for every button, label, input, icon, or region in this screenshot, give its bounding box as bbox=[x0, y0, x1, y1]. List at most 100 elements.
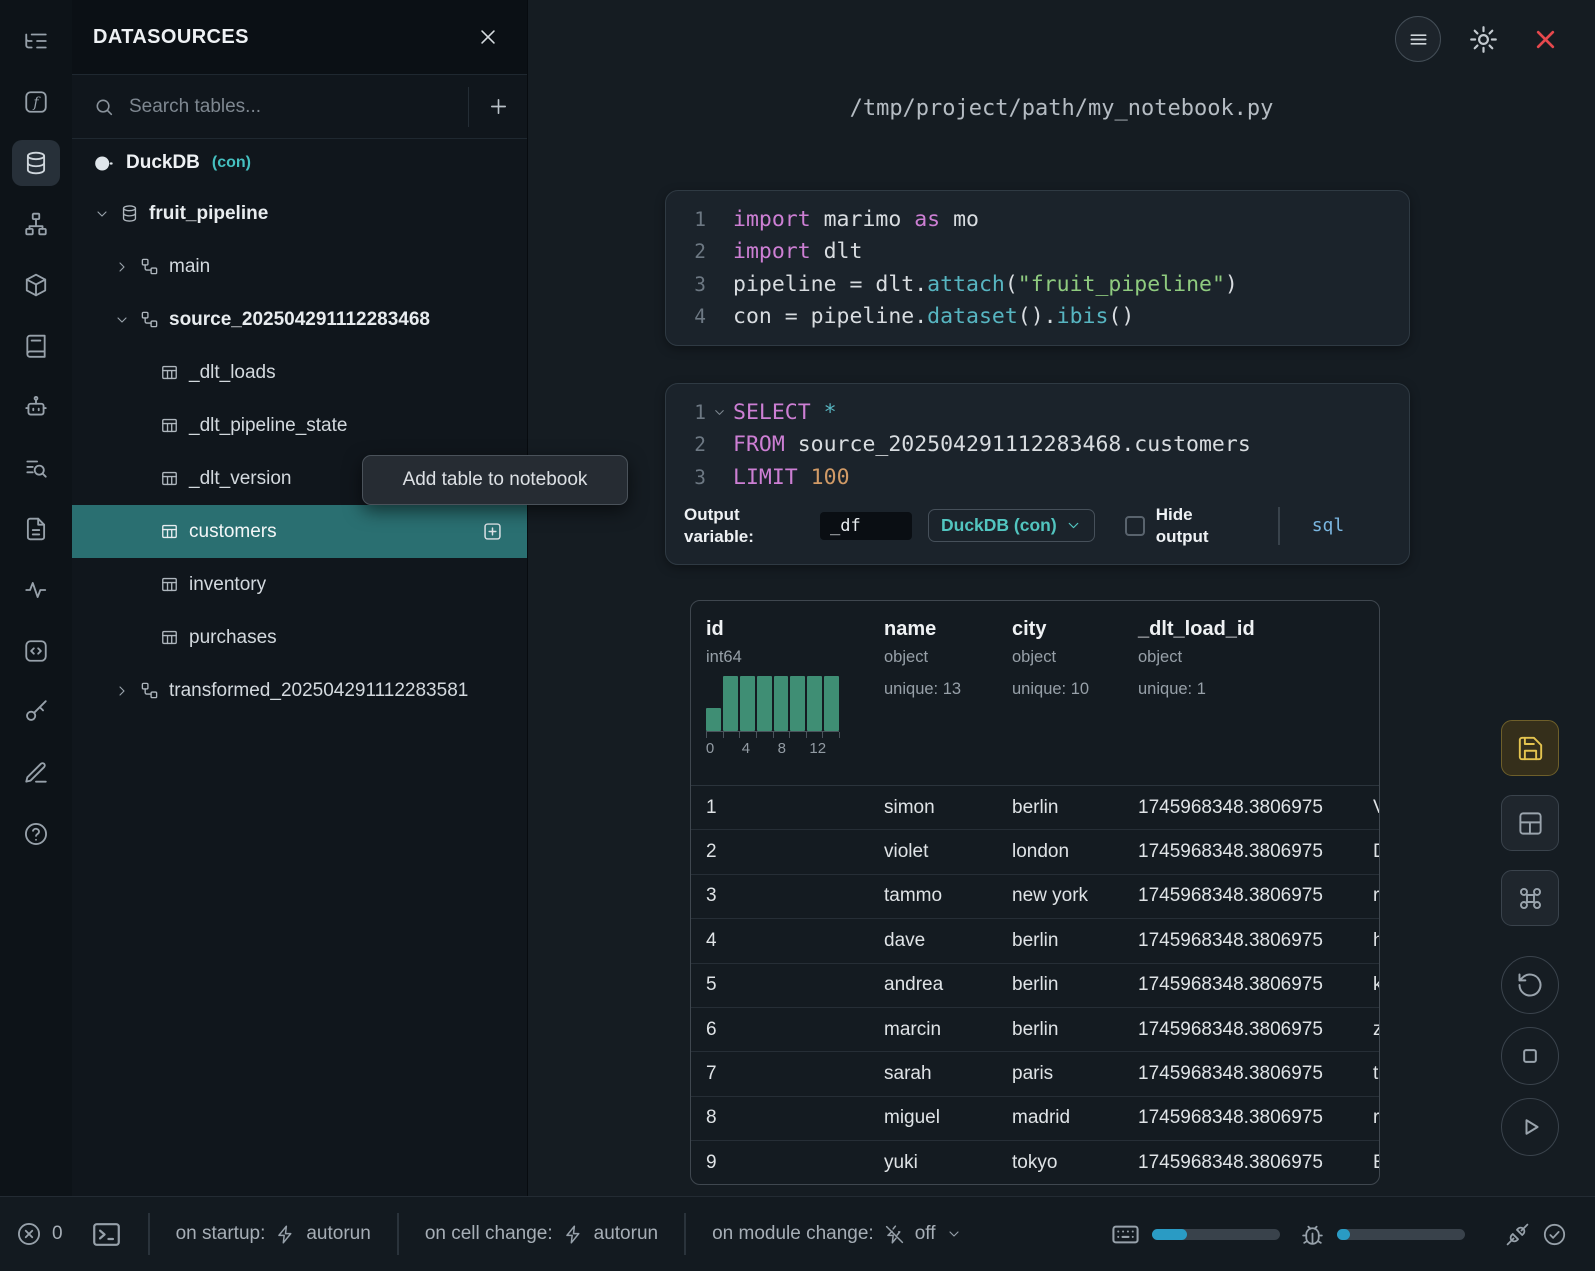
layout-button[interactable] bbox=[1501, 795, 1559, 851]
table-cell: k bbox=[1365, 974, 1379, 996]
run-button[interactable] bbox=[1501, 1098, 1559, 1156]
rail-dependencies[interactable] bbox=[12, 201, 60, 247]
play-icon bbox=[1516, 1113, 1544, 1141]
table-row[interactable]: 9yukitokyo1745968348.3806975E bbox=[691, 1141, 1379, 1185]
duckdb-connection[interactable]: DuckDB (con) bbox=[72, 139, 527, 187]
tree-item-fruit_pipeline[interactable]: fruit_pipeline bbox=[72, 187, 527, 240]
menu-icon bbox=[1407, 28, 1430, 51]
search-row bbox=[72, 75, 527, 139]
table-cell: miguel bbox=[869, 1107, 997, 1129]
table-row[interactable]: 8miguelmadrid1745968348.3806975r bbox=[691, 1097, 1379, 1141]
add-datasource-button[interactable] bbox=[469, 95, 527, 118]
rail-assistant[interactable] bbox=[12, 384, 60, 430]
column-header-city[interactable]: cityobjectunique: 10 bbox=[997, 601, 1123, 785]
search-input[interactable] bbox=[129, 96, 468, 118]
rail-explorer[interactable] bbox=[12, 18, 60, 64]
code-cell-python[interactable]: 1import marimo as mo2import dlt3pipeline… bbox=[665, 190, 1410, 346]
table-cell: yuki bbox=[869, 1152, 997, 1174]
tree-item-inventory[interactable]: inventory bbox=[72, 558, 527, 611]
stop-icon bbox=[1516, 1042, 1544, 1070]
table-cell: r bbox=[1365, 1107, 1379, 1129]
tree-item-customers[interactable]: customers bbox=[72, 505, 527, 558]
table-row[interactable]: 7sarahparis1745968348.3806975t bbox=[691, 1052, 1379, 1096]
table-cell: 1745968348.3806975 bbox=[1123, 1063, 1365, 1085]
datasources-panel: DATASOURCES DuckDB (con) fruit_pipelinem… bbox=[72, 0, 528, 1196]
code-line: 3LIMIT 100 bbox=[666, 461, 1409, 494]
column-header-partial[interactable] bbox=[1365, 601, 1380, 785]
terminal-button[interactable] bbox=[91, 1219, 122, 1250]
rail-logs[interactable] bbox=[12, 445, 60, 491]
rail-secrets[interactable] bbox=[12, 689, 60, 735]
tree-item-transformed_202504291112283581[interactable]: transformed_202504291112283581 bbox=[72, 664, 527, 717]
rail-scratchpad[interactable] bbox=[12, 750, 60, 796]
result-table: idint6404812nameobjectunique: 13cityobje… bbox=[690, 600, 1380, 1185]
tree-item-source_202504291112283468[interactable]: source_202504291112283468 bbox=[72, 293, 527, 346]
table-row[interactable]: 3tammonew york1745968348.3806975r bbox=[691, 875, 1379, 919]
table-grid-icon bbox=[160, 522, 179, 541]
code-line: 1import marimo as mo bbox=[666, 203, 1409, 236]
sql-editor[interactable]: 1SELECT *2FROM source_202504291112283468… bbox=[666, 396, 1409, 494]
rail-packages[interactable] bbox=[12, 262, 60, 308]
tree-item-_dlt_loads[interactable]: _dlt_loads bbox=[72, 346, 527, 399]
column-header-_dlt_load_id[interactable]: _dlt_load_idobjectunique: 1 bbox=[1123, 601, 1365, 785]
rail-snippets[interactable] bbox=[12, 628, 60, 674]
table-cell: 1745968348.3806975 bbox=[1123, 797, 1365, 819]
table-cell: 2 bbox=[691, 841, 869, 863]
output-variable-label: Output variable: bbox=[684, 504, 758, 548]
engine-select[interactable]: DuckDB (con) bbox=[928, 509, 1095, 542]
tree-item-purchases[interactable]: purchases bbox=[72, 611, 527, 664]
close-app-button[interactable] bbox=[1525, 19, 1565, 59]
table-cell: berlin bbox=[997, 930, 1123, 952]
settings-button[interactable] bbox=[1463, 19, 1503, 59]
table-cell: violet bbox=[869, 841, 997, 863]
undo-button[interactable] bbox=[1501, 956, 1559, 1014]
package-icon bbox=[23, 272, 49, 298]
code-line: 3pipeline = dlt.attach("fruit_pipeline") bbox=[666, 268, 1409, 301]
output-variable-input[interactable]: _df bbox=[820, 512, 912, 540]
panel-close-button[interactable] bbox=[477, 26, 499, 48]
stop-button[interactable] bbox=[1501, 1027, 1559, 1085]
table-row[interactable]: 4daveberlin1745968348.3806975h bbox=[691, 919, 1379, 963]
rail-datasources[interactable] bbox=[12, 140, 60, 186]
table-cell: sarah bbox=[869, 1063, 997, 1085]
sitemap-icon bbox=[23, 211, 49, 237]
rail-help[interactable] bbox=[12, 811, 60, 857]
tree-item-_dlt_pipeline_state[interactable]: _dlt_pipeline_state bbox=[72, 399, 527, 452]
menu-button[interactable] bbox=[1395, 16, 1441, 62]
tree-item-main[interactable]: main bbox=[72, 240, 527, 293]
table-row[interactable]: 2violetlondon1745968348.3806975D bbox=[691, 830, 1379, 874]
command-palette-button[interactable] bbox=[1501, 870, 1559, 926]
layout-icon bbox=[1517, 810, 1544, 837]
table-row[interactable]: 5andreaberlin1745968348.3806975k bbox=[691, 964, 1379, 1008]
keyboard-shortcuts-button[interactable] bbox=[1111, 1220, 1140, 1249]
table-cell: madrid bbox=[997, 1107, 1123, 1129]
config-on-cell-change[interactable]: on cell change:autorun bbox=[425, 1223, 658, 1245]
check-circle-icon bbox=[1542, 1222, 1567, 1247]
column-header-id[interactable]: idint6404812 bbox=[691, 601, 869, 785]
debug-button[interactable] bbox=[1300, 1222, 1325, 1247]
code-line: 4con = pipeline.dataset().ibis() bbox=[666, 301, 1409, 334]
table-cell: z bbox=[1365, 1019, 1379, 1041]
search-list-icon bbox=[23, 455, 49, 481]
config-on-module-change[interactable]: on module change:off bbox=[712, 1223, 961, 1245]
hide-output-checkbox[interactable] bbox=[1125, 516, 1145, 536]
table-row[interactable]: 6marcinberlin1745968348.3806975z bbox=[691, 1008, 1379, 1052]
code-cell-sql[interactable]: 1SELECT *2FROM source_202504291112283468… bbox=[665, 383, 1410, 565]
rail-notebook[interactable] bbox=[12, 323, 60, 369]
kernel-connection-button[interactable] bbox=[1505, 1222, 1530, 1247]
add-table-button[interactable] bbox=[482, 521, 503, 542]
rail-tracing[interactable] bbox=[12, 567, 60, 613]
code-line: 2FROM source_202504291112283468.customer… bbox=[666, 429, 1409, 462]
table-row[interactable]: 1simonberlin1745968348.3806975V bbox=[691, 786, 1379, 830]
sql-language-label[interactable]: sql bbox=[1312, 515, 1345, 536]
save-button[interactable] bbox=[1501, 720, 1559, 776]
rail-functions[interactable]: f bbox=[12, 79, 60, 125]
keyboard-slider[interactable] bbox=[1152, 1229, 1280, 1240]
code-line: 1SELECT * bbox=[666, 396, 1409, 429]
error-indicator[interactable]: 0 bbox=[16, 1221, 63, 1247]
config-on-startup[interactable]: on startup:autorun bbox=[176, 1223, 371, 1245]
debug-slider[interactable] bbox=[1337, 1229, 1465, 1240]
run-status-button[interactable] bbox=[1542, 1222, 1567, 1247]
column-header-name[interactable]: nameobjectunique: 13 bbox=[869, 601, 997, 785]
rail-documentation[interactable] bbox=[12, 506, 60, 552]
